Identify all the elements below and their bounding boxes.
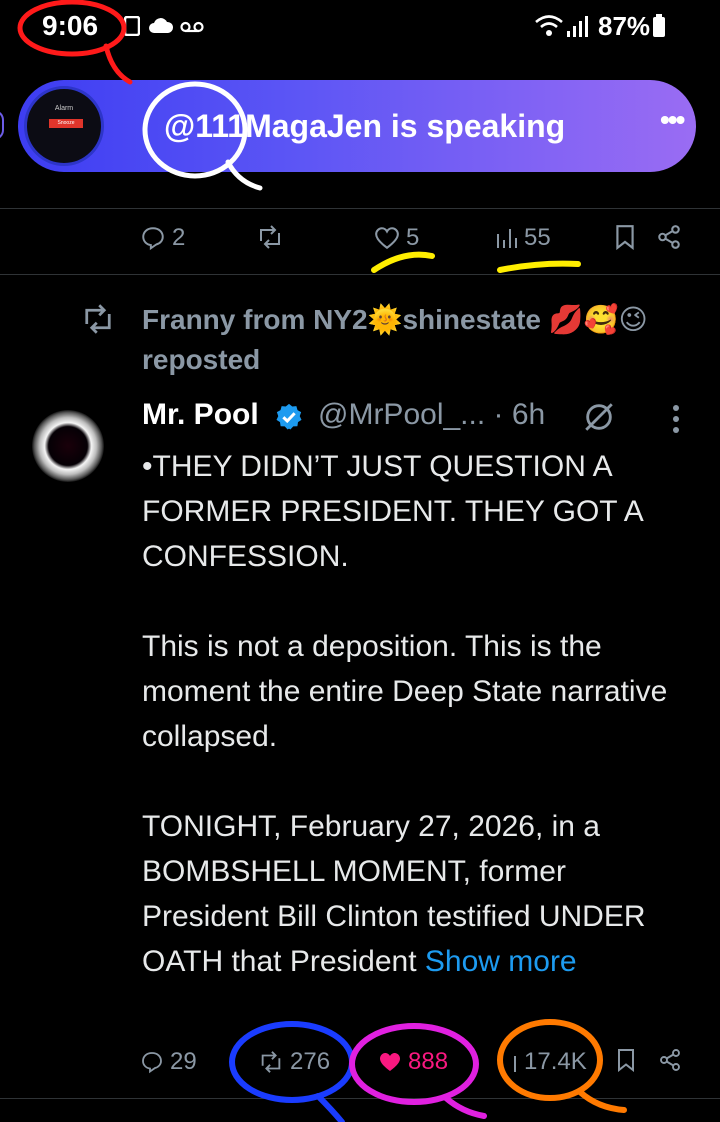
author-handle-time: @MrPool_... · 6h <box>318 398 546 431</box>
tweet-body[interactable]: •THEY DIDN’T JUST QUESTION A FORMER PRES… <box>142 444 682 984</box>
battery-icon <box>652 14 666 43</box>
status-bar: 9:06 87% <box>0 0 720 56</box>
share-button[interactable] <box>658 1048 682 1072</box>
views-icon <box>512 1050 518 1074</box>
repost-button[interactable]: 276 <box>258 1048 330 1076</box>
cloud-icon <box>148 18 174 39</box>
views-icon <box>496 226 518 250</box>
heart-icon <box>374 226 400 250</box>
status-time: 9:06 <box>42 10 99 41</box>
battery-level: 87% <box>598 11 651 41</box>
thumb-title: Alarm <box>54 105 74 112</box>
prev-views-button[interactable]: 55 <box>496 224 551 252</box>
photo-icon <box>123 15 141 41</box>
speaker-text: @111MagaJen is speaking <box>164 108 566 144</box>
prev-space-edge <box>0 110 4 140</box>
reply-count: 29 <box>170 1048 197 1075</box>
prev-views-count: 55 <box>524 224 551 251</box>
verified-badge-icon <box>274 402 304 437</box>
prev-reply-button[interactable]: 2 <box>140 224 185 252</box>
reply-icon <box>140 1050 164 1074</box>
share-icon <box>656 224 682 250</box>
prev-reply-count: 2 <box>172 224 186 251</box>
bookmark-button[interactable] <box>616 1048 636 1072</box>
repost-icon <box>256 224 284 250</box>
reply-button[interactable]: 29 <box>140 1048 197 1076</box>
space-speaking-banner[interactable]: Alarm Snooze @111MagaJen is speaking ••• <box>18 80 696 172</box>
reposted-by-text: Franny from NY2🌞shinestate 💋🥰😉 reposted <box>142 304 648 375</box>
more-options-icon[interactable] <box>672 404 680 439</box>
heart-filled-icon <box>378 1051 402 1073</box>
prev-like-button[interactable]: 5 <box>374 224 419 252</box>
divider <box>0 274 720 275</box>
repost-icon <box>258 1050 284 1074</box>
wifi-icon <box>534 14 564 43</box>
views-count: 17.4K <box>524 1048 587 1075</box>
share-icon <box>658 1048 682 1072</box>
bookmark-icon <box>614 224 636 250</box>
repost-icon <box>80 304 116 339</box>
author-name[interactable]: Mr. Pool <box>142 398 259 432</box>
repost-count: 276 <box>290 1048 331 1075</box>
avatar[interactable] <box>32 410 104 482</box>
divider <box>0 1098 720 1099</box>
speaker-avatar: Alarm Snooze <box>24 86 104 166</box>
space-menu-button[interactable]: ••• <box>660 104 685 136</box>
grok-icon[interactable] <box>582 400 616 439</box>
tweet-text: •THEY DIDN’T JUST QUESTION A FORMER PRES… <box>142 450 668 978</box>
prev-repost-button[interactable] <box>256 224 290 250</box>
bookmark-icon <box>616 1048 636 1072</box>
show-more-link[interactable]: Show more <box>425 945 577 978</box>
signal-icon <box>566 14 590 43</box>
reply-icon <box>140 225 166 251</box>
voicemail-icon <box>180 20 204 39</box>
tweet-header: Mr. Pool @MrPool_... · 6h <box>142 398 702 438</box>
prev-like-count: 5 <box>406 224 420 251</box>
like-count: 888 <box>408 1048 449 1075</box>
prev-share-button[interactable] <box>656 224 682 250</box>
views-button[interactable]: 17.4K <box>512 1048 587 1076</box>
prev-bookmark-button[interactable] <box>614 224 636 250</box>
divider <box>0 208 720 209</box>
like-button[interactable]: 888 <box>378 1048 448 1076</box>
thumb-button: Snooze <box>49 119 83 128</box>
yellow-underline-annotation <box>371 251 581 273</box>
